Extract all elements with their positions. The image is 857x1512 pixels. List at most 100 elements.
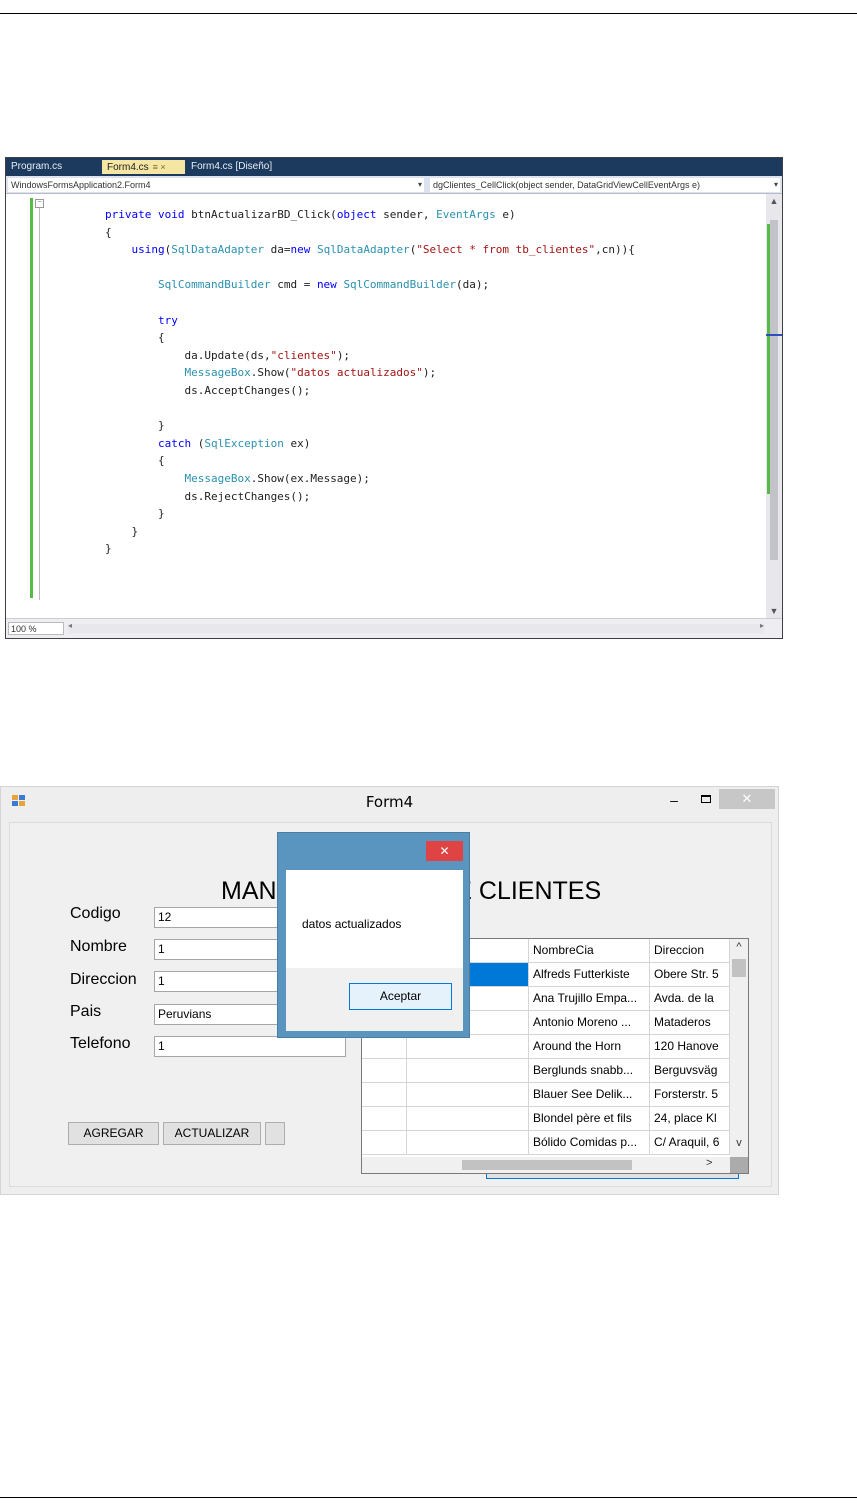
outline-guide: [39, 208, 40, 600]
chevron-up-icon[interactable]: ^: [730, 941, 748, 953]
chevron-right-icon[interactable]: >: [706, 1157, 712, 1169]
grid-cell[interactable]: C/ Araquil, 6: [650, 1131, 730, 1155]
member-dropdown-value: dgClientes_CellClick(object sender, Data…: [433, 180, 700, 190]
grid-cell[interactable]: Alfreds Futterkiste: [529, 963, 650, 987]
table-row[interactable]: Blauer See Delik... Forsterstr. 5: [362, 1083, 730, 1107]
scroll-up-icon[interactable]: ▲: [766, 196, 782, 206]
tab-program-cs[interactable]: Program.cs: [6, 160, 96, 174]
editor-horizontal-scrollbar[interactable]: ◂ ▸: [68, 621, 764, 633]
code-line: da.Update(ds,"clientes");: [105, 348, 351, 362]
grid-cell[interactable]: Blauer See Delik...: [529, 1083, 650, 1107]
grid-hscroll-thumb[interactable]: [462, 1160, 632, 1170]
direccion-label: Direccion: [70, 971, 137, 988]
scroll-down-icon[interactable]: ▼: [766, 606, 782, 616]
editor-tab-strip: Program.cs Form4.cs ≡ × Form4.cs [Diseño]: [6, 158, 782, 176]
scroll-right-icon[interactable]: ▸: [760, 621, 764, 630]
eliminar-button[interactable]: [265, 1122, 285, 1145]
grid-cell[interactable]: [407, 1059, 529, 1083]
grid-cell[interactable]: Around the Horn: [529, 1035, 650, 1059]
code-area[interactable]: − private void btnActualizarBD_Click(obj…: [6, 194, 782, 618]
grid-column-header[interactable]: NombreCia: [529, 939, 650, 963]
grid-cell[interactable]: Obere Str. 5: [650, 963, 730, 987]
code-line: using(SqlDataAdapter da=new SqlDataAdapt…: [131, 243, 635, 257]
dialog-message: datos actualizados: [302, 917, 402, 931]
editor-vertical-scrollbar[interactable]: ▲ ▼: [766, 194, 782, 618]
member-dropdown[interactable]: dgClientes_CellClick(object sender, Data…: [430, 178, 780, 192]
window-close-button[interactable]: ✕: [719, 789, 775, 809]
actualizar-button[interactable]: ACTUALIZAR: [163, 1122, 261, 1145]
caret-marker: [766, 334, 782, 336]
tab-label: Form4.cs [Diseño]: [191, 161, 273, 172]
grid-cell[interactable]: 24, place Kl: [650, 1107, 730, 1131]
code-line: catch (SqlException ex): [157, 436, 311, 450]
grid-cell[interactable]: 120 Hanove: [650, 1035, 730, 1059]
telefono-label: Telefono: [70, 1035, 131, 1052]
grid-cell[interactable]: Berguvsväg: [650, 1059, 730, 1083]
table-row[interactable]: Blondel père et fils 24, place Kl: [362, 1107, 730, 1131]
row-header[interactable]: [362, 1035, 407, 1059]
grid-column-header[interactable]: Direccion: [650, 939, 730, 963]
chevron-down-icon: ▾: [417, 180, 422, 189]
grid-cell[interactable]: Blondel père et fils: [529, 1107, 650, 1131]
scroll-thumb[interactable]: [770, 220, 778, 560]
table-row[interactable]: Berglunds snabb... Berguvsväg: [362, 1059, 730, 1083]
grid-scroll-thumb[interactable]: [732, 959, 746, 977]
code-editor-window: Program.cs Form4.cs ≡ × Form4.cs [Diseño]…: [5, 157, 783, 639]
row-header[interactable]: [362, 1131, 407, 1155]
grid-cell[interactable]: [407, 1107, 529, 1131]
page-bottom-rule: [0, 1497, 857, 1498]
code-line: }: [105, 507, 165, 521]
row-header[interactable]: [362, 1083, 407, 1107]
class-dropdown[interactable]: WindowsFormsApplication2.Form4 ▾: [8, 178, 424, 192]
dialog-close-button[interactable]: ✕: [426, 841, 463, 861]
code-line: }: [105, 419, 165, 433]
grid-cell[interactable]: Bólido Comidas p...: [529, 1131, 650, 1155]
code-line: ds.AcceptChanges();: [105, 383, 311, 397]
collapse-toggle-icon[interactable]: −: [35, 199, 44, 208]
tab-form4-design[interactable]: Form4.cs [Diseño]: [186, 160, 276, 174]
code-line: try: [157, 313, 178, 327]
row-header[interactable]: [362, 1107, 407, 1131]
grid-horizontal-scrollbar[interactable]: >: [362, 1157, 730, 1173]
code-line: }: [105, 542, 112, 556]
code-line: MessageBox.Show(ex.Message);: [184, 471, 370, 485]
zoom-dropdown[interactable]: 100 %: [8, 622, 64, 635]
tab-close-icon[interactable]: ≡ ×: [153, 160, 166, 174]
code-line: SqlCommandBuilder cmd = new SqlCommandBu…: [157, 278, 490, 292]
chevron-down-icon: ▾: [773, 180, 778, 189]
code-line: {: [105, 331, 165, 345]
navigation-bar: WindowsFormsApplication2.Form4 ▾ dgClient…: [6, 176, 782, 194]
table-row[interactable]: Around the Horn 120 Hanove: [362, 1035, 730, 1059]
table-row[interactable]: Bólido Comidas p... C/ Araquil, 6: [362, 1131, 730, 1155]
grid-cell[interactable]: Avda. de la: [650, 987, 730, 1011]
code-line: {: [105, 454, 165, 468]
aceptar-button[interactable]: Aceptar: [349, 983, 452, 1010]
grid-cell[interactable]: [407, 1035, 529, 1059]
grid-cell[interactable]: Antonio Moreno ...: [529, 1011, 650, 1035]
code-line: }: [105, 524, 139, 538]
title-bar: Form4 – ✕: [1, 787, 778, 817]
tab-form4-cs[interactable]: Form4.cs ≡ ×: [102, 160, 185, 174]
row-header[interactable]: [362, 1059, 407, 1083]
grid-cell[interactable]: [407, 1131, 529, 1155]
maximize-button[interactable]: [693, 789, 719, 811]
pais-label: Pais: [70, 1003, 102, 1020]
telefono-field[interactable]: 1: [154, 1036, 346, 1057]
grid-cell[interactable]: Forsterstr. 5: [650, 1083, 730, 1107]
tab-label: Program.cs: [11, 161, 63, 172]
grid-cell[interactable]: Mataderos: [650, 1011, 730, 1035]
code-line: ds.RejectChanges();: [105, 489, 311, 503]
class-dropdown-value: WindowsFormsApplication2.Form4: [11, 180, 151, 190]
grid-cell[interactable]: [407, 1083, 529, 1107]
agregar-button[interactable]: AGREGAR: [68, 1122, 159, 1145]
scroll-left-icon[interactable]: ◂: [68, 621, 72, 630]
codigo-label: Codigo: [70, 905, 121, 922]
editor-status-row: 100 % ◂ ▸: [6, 618, 782, 638]
grid-vertical-scrollbar[interactable]: ^ v: [730, 939, 748, 1157]
grid-cell[interactable]: Ana Trujillo Empa...: [529, 987, 650, 1011]
grid-cell[interactable]: Berglunds snabb...: [529, 1059, 650, 1083]
message-box: ✕ datos actualizados Aceptar: [277, 832, 470, 1038]
minimize-button[interactable]: –: [661, 789, 687, 811]
chevron-down-icon[interactable]: v: [730, 1137, 748, 1149]
